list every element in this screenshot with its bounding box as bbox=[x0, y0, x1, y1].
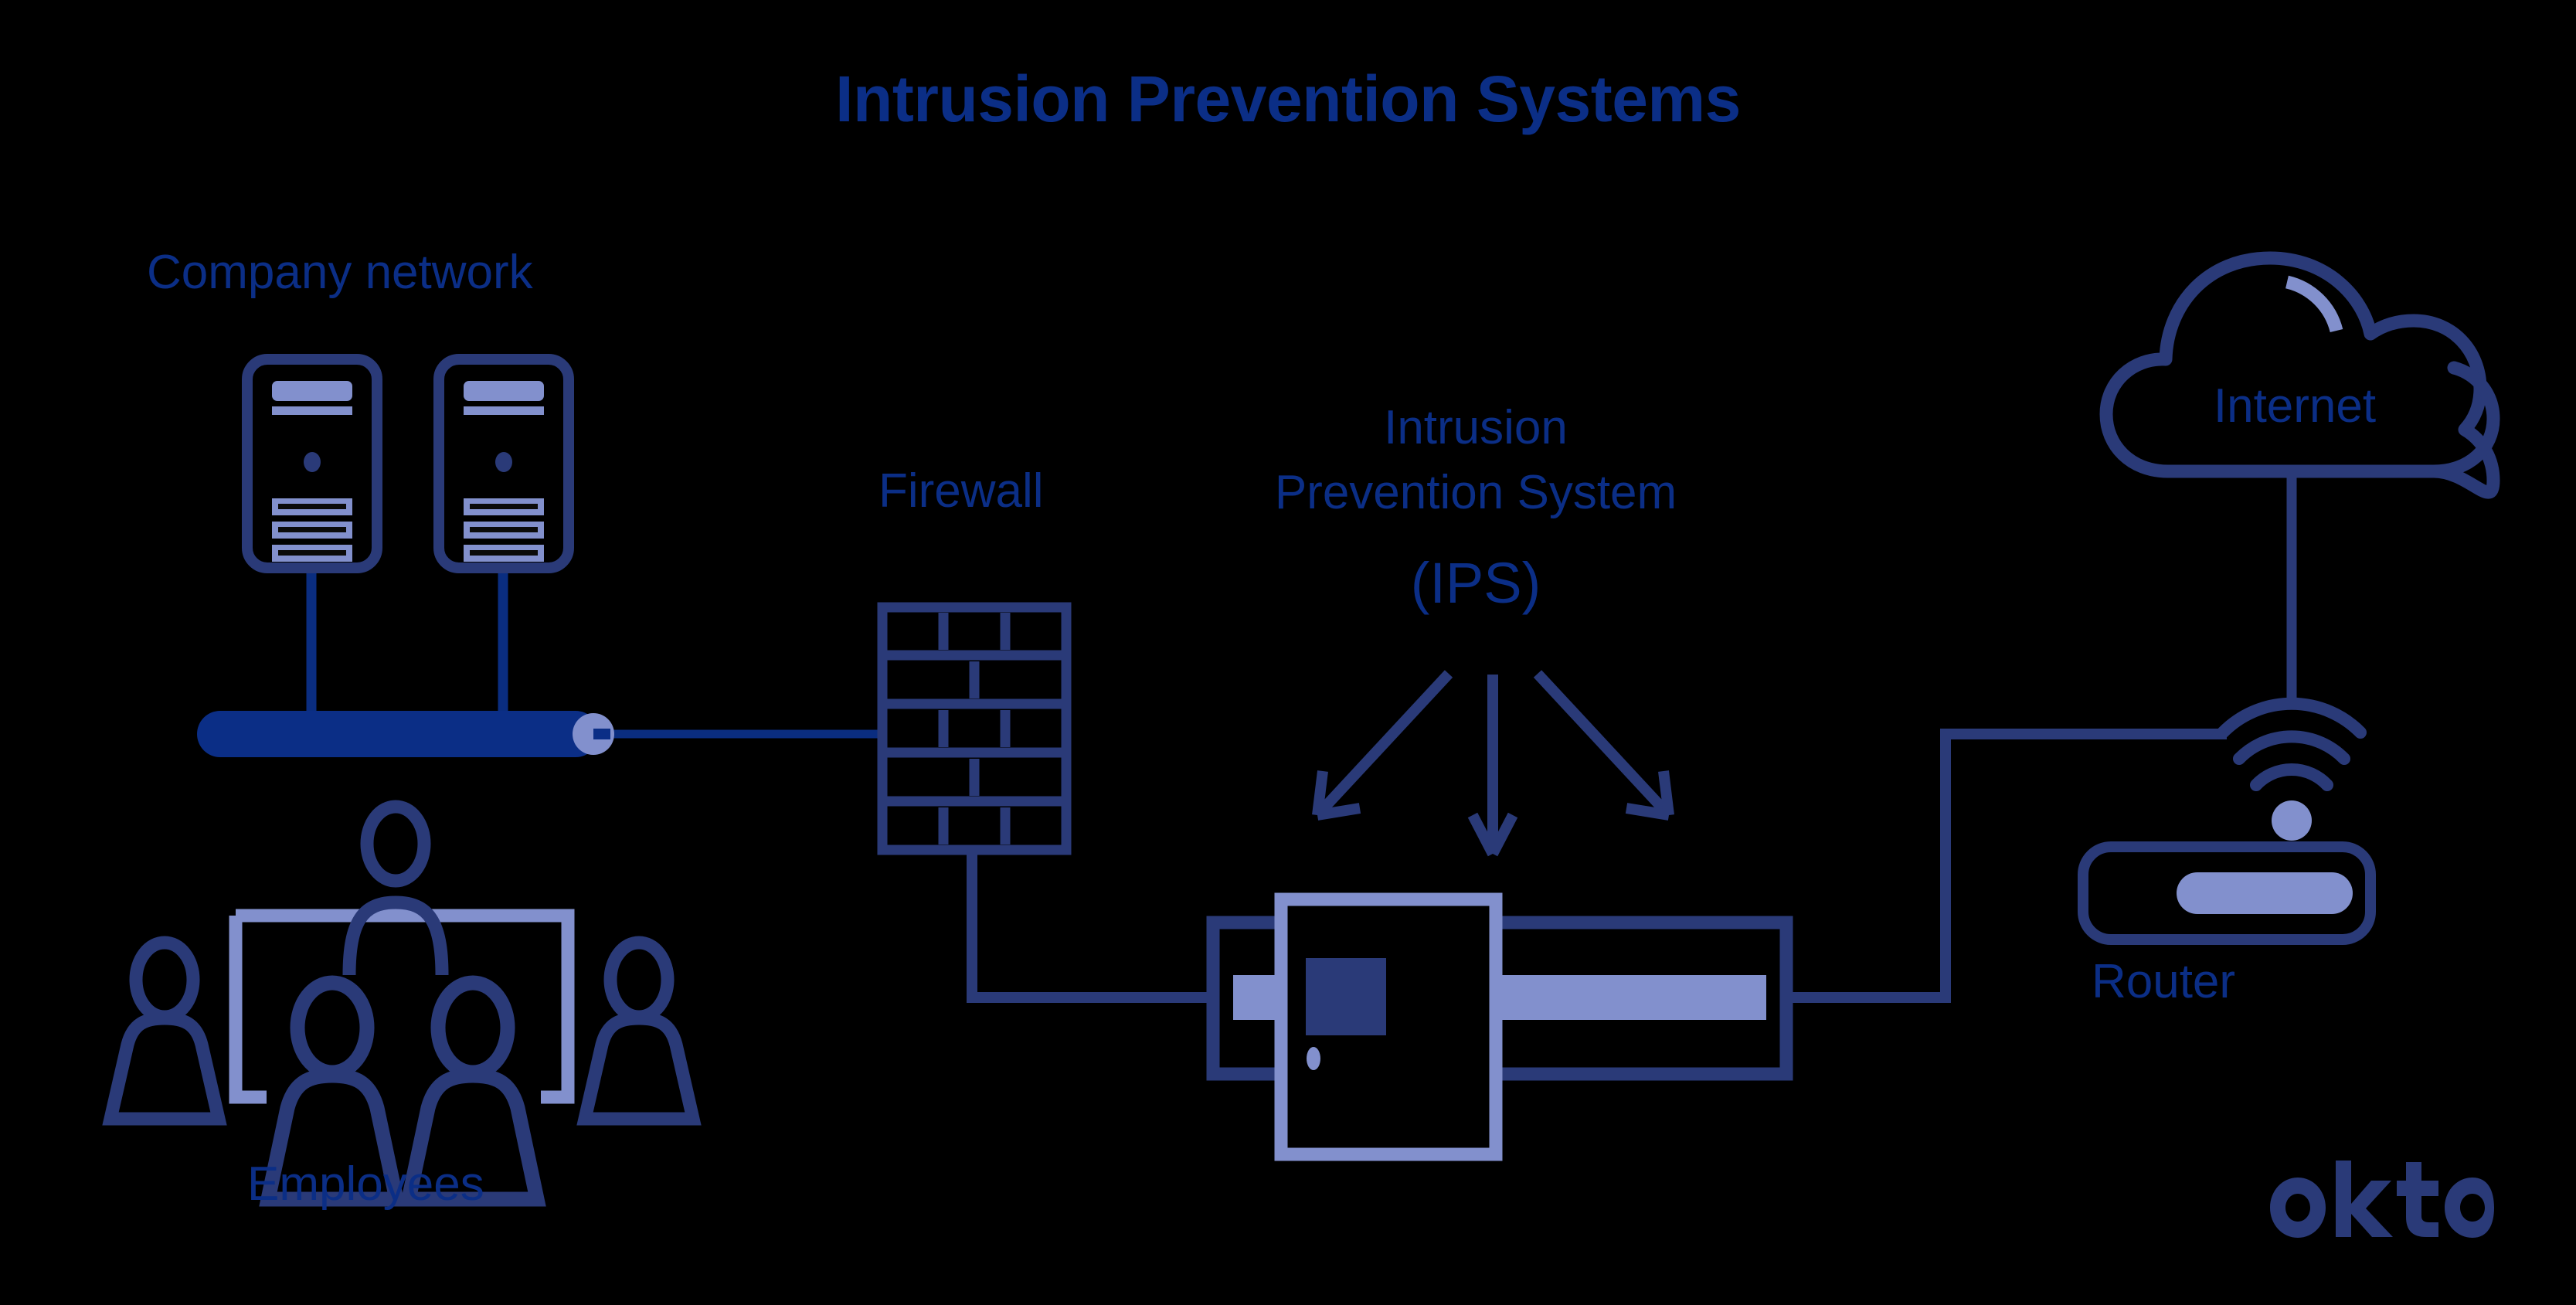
ips-arrows bbox=[1312, 670, 1674, 857]
okta-logo bbox=[2270, 1161, 2494, 1238]
employees-icon bbox=[102, 800, 702, 1207]
firewall-icon bbox=[877, 602, 1072, 855]
ips-arrow-center bbox=[1467, 675, 1518, 857]
server-tower-1 bbox=[242, 354, 382, 573]
server-tower-2 bbox=[433, 354, 574, 573]
connection-lines bbox=[306, 568, 508, 725]
edge-firewall-to-ips bbox=[967, 850, 1213, 1003]
diagram-graphics bbox=[102, 251, 2500, 1207]
internet-cloud-icon bbox=[2099, 251, 2500, 499]
network-switch-bar bbox=[197, 711, 614, 757]
router-signal-dot bbox=[2272, 800, 2312, 841]
ips-appliance-icon bbox=[1206, 892, 1793, 1161]
network-diagram: Intrusion Prevention Systems Company net… bbox=[0, 0, 2576, 1305]
ips-arrow-left bbox=[1312, 670, 1453, 821]
ips-arrow-right bbox=[1533, 670, 1674, 821]
edge-ips-to-router bbox=[1786, 729, 2227, 1003]
